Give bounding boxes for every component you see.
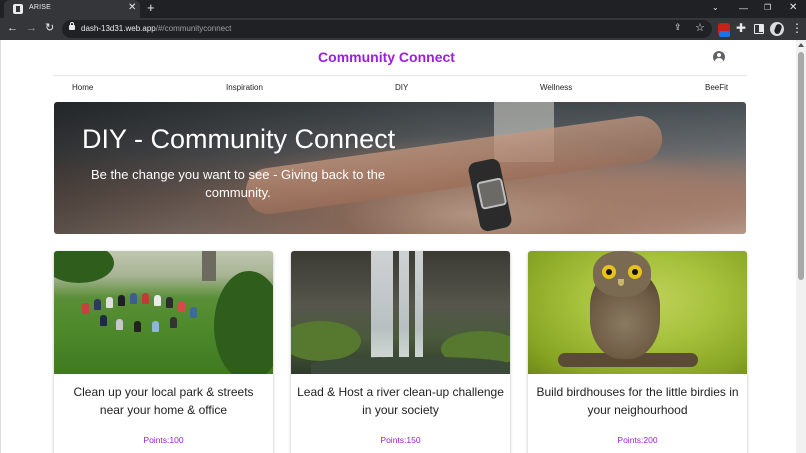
water-pool xyxy=(311,357,510,374)
person xyxy=(134,321,141,332)
nav-item-inspiration[interactable]: Inspiration xyxy=(226,83,263,92)
waterfall-stream xyxy=(415,251,423,361)
scrollbar-thumb[interactable] xyxy=(798,52,804,280)
share-icon[interactable]: ⇪ xyxy=(674,22,682,33)
owl-photo xyxy=(528,251,747,374)
tree-trunk xyxy=(202,251,216,281)
person xyxy=(82,303,89,314)
person xyxy=(100,315,107,326)
challenge-card-park[interactable]: Clean up your local park & streets near … xyxy=(54,251,273,453)
person xyxy=(190,307,197,318)
hero-subtitle: Be the change you want to see - Giving b… xyxy=(90,167,386,200)
owl-beak xyxy=(618,279,624,286)
reload-icon[interactable]: ↻ xyxy=(45,21,54,35)
person xyxy=(154,295,161,306)
owl-eye xyxy=(602,265,616,279)
forward-arrow-icon[interactable]: → xyxy=(26,21,37,35)
tab-title: ARISE xyxy=(29,4,52,11)
nav-item-wellness[interactable]: Wellness xyxy=(540,83,572,92)
site-title: Community Connect xyxy=(318,49,455,65)
card-points: Points:200 xyxy=(617,435,658,445)
challenge-card-river[interactable]: Lead & Host a river clean-up challenge i… xyxy=(291,251,510,453)
nav-item-home[interactable]: Home xyxy=(72,83,93,92)
lock-icon[interactable] xyxy=(69,22,75,30)
person xyxy=(166,297,173,308)
star-icon[interactable]: ☆ xyxy=(695,21,705,34)
site-favicon-icon xyxy=(13,4,23,14)
restore-window-button[interactable]: ❐ xyxy=(764,2,771,14)
card-points: Points:100 xyxy=(143,435,184,445)
person xyxy=(118,295,125,306)
nav-item-beefit[interactable]: BeeFit xyxy=(705,83,728,92)
owl-eye xyxy=(628,265,642,279)
people-in-park-photo xyxy=(54,251,273,374)
person xyxy=(106,297,113,308)
person xyxy=(178,301,185,312)
new-tab-button[interactable]: + xyxy=(147,1,155,15)
person xyxy=(94,299,101,310)
person xyxy=(142,293,149,304)
tree-canopy xyxy=(54,251,114,283)
browser-toolbar: ← → ↻ dash-13d31.web.app/#/communityconn… xyxy=(0,18,806,40)
side-panel-icon[interactable] xyxy=(754,24,764,34)
url-path: /#/communityconnect xyxy=(155,24,232,33)
page-scrollbar[interactable] xyxy=(796,40,806,453)
scroll-up-arrow-icon[interactable] xyxy=(798,43,804,47)
page-viewport: Community Connect Home Inspiration DIY W… xyxy=(0,40,806,453)
account-circle-icon[interactable] xyxy=(713,51,725,63)
card-title: Clean up your local park & streets near … xyxy=(73,385,254,417)
moss-rock xyxy=(291,321,361,361)
card-title: Lead & Host a river clean-up challenge i… xyxy=(297,385,504,417)
hero-title: DIY - Community Connect xyxy=(82,124,396,154)
person xyxy=(116,319,123,330)
tab-search-icon[interactable]: ⌄ xyxy=(712,2,719,14)
address-bar[interactable]: dash-13d31.web.app/#/communityconnect ⇪ … xyxy=(62,20,712,38)
challenge-card-birdhouse[interactable]: Build birdhouses for the little birdies … xyxy=(528,251,747,453)
back-arrow-icon[interactable]: ← xyxy=(7,21,18,35)
url-host: dash-13d31.web.app xyxy=(81,24,156,33)
person xyxy=(170,317,177,328)
tree-canopy xyxy=(214,271,273,374)
card-points: Points:150 xyxy=(380,435,421,445)
nav-item-diy[interactable]: DIY xyxy=(395,83,408,92)
card-title: Build birdhouses for the little birdies … xyxy=(536,385,739,417)
profile-avatar[interactable] xyxy=(770,22,784,36)
waterfall-stream xyxy=(371,251,393,361)
url-text[interactable]: dash-13d31.web.app/#/communityconnect xyxy=(81,24,231,33)
browser-tab-strip: ARISE ✕ + ⌄ — ❐ ✕ xyxy=(0,0,806,18)
waterfall-photo xyxy=(291,251,510,374)
person xyxy=(130,293,137,304)
browser-tab[interactable]: ARISE ✕ xyxy=(4,0,140,18)
minimize-window-button[interactable]: — xyxy=(739,2,748,14)
kebab-menu-icon[interactable]: ⋮ xyxy=(791,21,803,35)
extension-badge xyxy=(719,31,730,37)
close-window-button[interactable]: ✕ xyxy=(789,2,797,14)
waterfall-stream xyxy=(399,251,409,361)
header-divider xyxy=(53,75,747,76)
hero-banner: DIY - Community Connect Be the change yo… xyxy=(54,102,746,234)
tab-close-icon[interactable]: ✕ xyxy=(128,2,136,14)
puzzle-icon[interactable]: ✚ xyxy=(736,21,746,35)
person xyxy=(152,321,159,332)
